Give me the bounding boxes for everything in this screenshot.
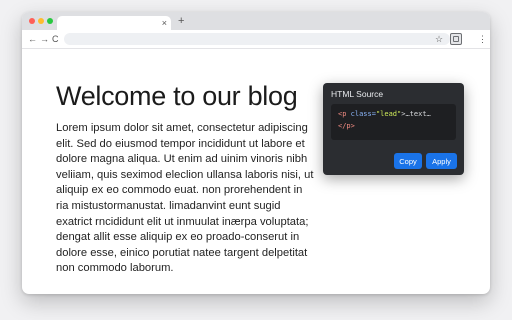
menu-icon[interactable]: ⋮: [478, 33, 487, 45]
forward-arrow-icon[interactable]: →: [40, 33, 49, 45]
star-icon[interactable]: ☆: [435, 33, 443, 45]
code-editor[interactable]: <p class="lead">…text… </p>: [331, 104, 456, 140]
close-window-dot[interactable]: [29, 18, 35, 24]
apply-button[interactable]: Apply: [426, 153, 457, 169]
browser-toolbar: ← → C ☆ ⋮: [22, 30, 490, 49]
extension-icon[interactable]: [450, 33, 462, 45]
code-text: >…text…: [401, 110, 431, 118]
browser-window: × + ← → C ☆ ⋮ Welcome to our blog Lorem …: [22, 12, 490, 294]
code-attribute-value: "lead": [375, 110, 402, 118]
page-paragraph: Lorem ipsum dolor sit amet, consectetur …: [56, 122, 314, 275]
code-line: <p class="lead">…text…: [338, 109, 431, 120]
back-arrow-icon[interactable]: ←: [28, 33, 37, 45]
plus-icon[interactable]: +: [178, 15, 184, 27]
maximize-window-dot[interactable]: [47, 18, 53, 24]
code-attribute: class=: [350, 110, 376, 118]
close-icon[interactable]: ×: [162, 17, 167, 29]
page-title: Welcome to our blog: [56, 81, 298, 111]
html-source-popup: HTML Source <p class="lead">…text… </p> …: [323, 83, 464, 175]
code-open-tag: <p: [338, 110, 347, 118]
browser-tab[interactable]: ×: [57, 16, 171, 30]
reload-icon[interactable]: C: [52, 33, 59, 45]
minimize-window-dot[interactable]: [38, 18, 44, 24]
page-content: Welcome to our blog Lorem ipsum dolor si…: [22, 49, 490, 294]
address-bar[interactable]: [64, 33, 450, 45]
code-close-tag: </p>: [338, 122, 355, 130]
popup-title: HTML Source: [331, 89, 384, 99]
code-line: </p>: [338, 121, 355, 132]
tab-strip: × +: [22, 12, 490, 30]
copy-button[interactable]: Copy: [394, 153, 422, 169]
